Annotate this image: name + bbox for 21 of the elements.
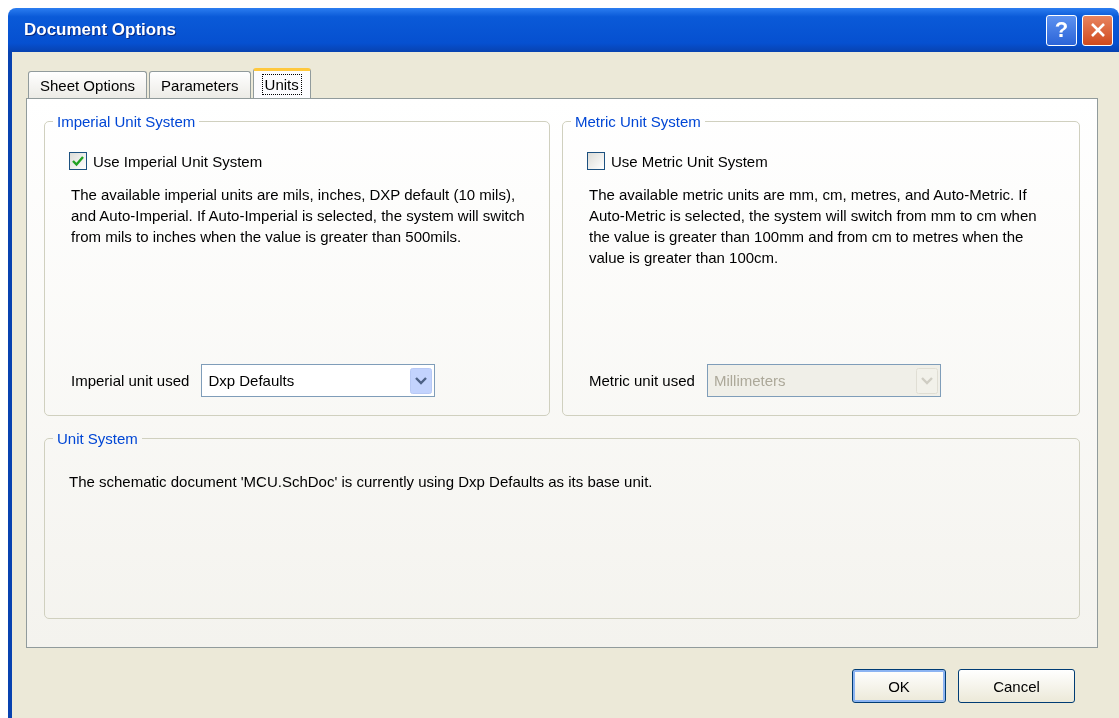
field-label: Imperial unit used <box>71 372 190 389</box>
description-text: The available imperial units are mils, inches, DXP default (10 mils), and Auto-Imperial. If Auto-Imperial is selected, the system will switch from mils to inches when the value is greater than 500mils. <box>71 185 526 247</box>
tab[interactable]: Sheet Options <box>28 71 148 98</box>
group-title: Unit System <box>56 430 139 447</box>
description-text: The available metric units are mm, cm, metres, and Auto-Metric. If Auto-Metric is selected, the system will switch from mm to cm when the value is greater than 100mm and from cm to metres when the value is greater than 100cm. <box>589 185 1038 268</box>
close-icon <box>1088 21 1107 39</box>
checkbox[interactable]: Use Metric Unit System <box>587 152 1061 170</box>
field-label: Metric unit used <box>589 372 695 389</box>
checkbox[interactable]: Use Imperial Unit System <box>69 152 531 170</box>
status-text: The schematic document 'MCU.SchDoc' is currently using Dxp Defaults as its base unit. <box>69 473 654 490</box>
window-title: Document Options <box>24 20 178 40</box>
dialog-button[interactable]: Cancel <box>958 669 1075 703</box>
group-title: Imperial Unit System <box>56 113 197 130</box>
group-title: Metric Unit System <box>574 113 702 130</box>
help-button[interactable]: ? <box>1046 14 1077 46</box>
checkmark-icon <box>72 155 84 167</box>
tab[interactable]: Units <box>252 68 311 98</box>
close-button[interactable] <box>1082 14 1113 46</box>
dialog-button[interactable]: OK <box>852 669 946 703</box>
tab[interactable]: Parameters <box>149 71 251 98</box>
unit-dropdown[interactable]: Dxp Defaults <box>201 364 436 397</box>
